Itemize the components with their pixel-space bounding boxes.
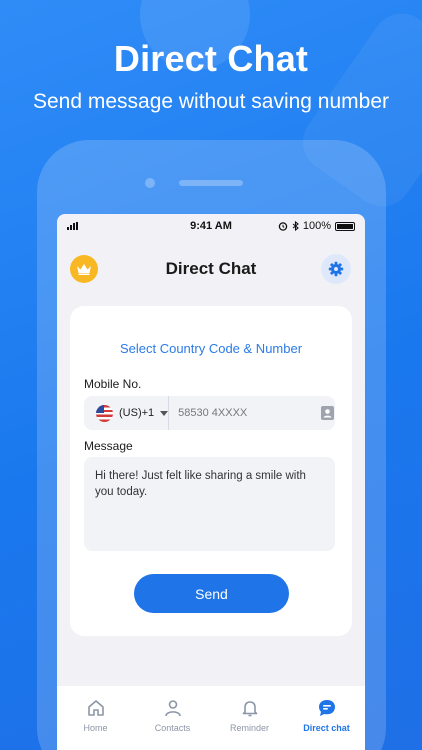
caret-down-icon xyxy=(160,410,169,416)
nav-label-reminder: Reminder xyxy=(229,723,269,733)
app-screen: 9:41 AM 100% Direct Chat Select Country … xyxy=(57,214,365,750)
bell-icon xyxy=(240,698,260,718)
phone-camera xyxy=(145,178,155,188)
chat-form-card: Select Country Code & Number Mobile No. … xyxy=(70,306,352,636)
chat-icon xyxy=(317,698,337,718)
phone-speaker xyxy=(179,180,243,186)
settings-button[interactable] xyxy=(321,254,351,284)
message-label: Message xyxy=(84,439,133,453)
hero-subtitle: Send message without saving number xyxy=(32,90,390,113)
send-button[interactable]: Send xyxy=(134,574,289,613)
contact-book-icon xyxy=(320,405,335,421)
form-heading: Select Country Code & Number xyxy=(119,341,303,356)
country-code-select[interactable]: (US)+1 xyxy=(84,396,170,430)
nav-label-direct-chat: Direct chat xyxy=(303,723,350,733)
page-title: Direct Chat xyxy=(165,259,257,278)
nav-label-home: Home xyxy=(83,723,108,733)
bottom-navigation: Home Contacts Reminder Direct chat xyxy=(57,686,365,750)
nav-label-contacts: Contacts xyxy=(154,723,191,733)
message-input[interactable]: Hi there! Just felt like sharing a smile… xyxy=(84,457,335,551)
status-bar: 9:41 AM 100% xyxy=(57,214,365,238)
home-icon xyxy=(86,698,106,718)
us-flag-icon xyxy=(96,404,113,422)
nav-item-direct-chat[interactable]: Direct chat xyxy=(292,698,362,733)
country-code-value: (US)+1 xyxy=(119,407,155,419)
nav-item-contacts[interactable]: Contacts xyxy=(138,698,208,733)
contact-picker-button[interactable] xyxy=(320,396,335,430)
hero-title: Direct Chat xyxy=(113,38,309,79)
battery-icon xyxy=(335,221,355,231)
nav-item-home[interactable]: Home xyxy=(61,698,131,733)
user-icon xyxy=(163,698,183,718)
gear-icon xyxy=(328,261,344,277)
app-header: Direct Chat xyxy=(57,252,365,286)
nav-item-reminder[interactable]: Reminder xyxy=(215,698,285,733)
phone-number-row: (US)+1 xyxy=(84,396,335,430)
mobile-label: Mobile No. xyxy=(84,377,142,391)
mobile-number-input[interactable] xyxy=(169,396,321,430)
status-time: 9:41 AM xyxy=(190,220,232,232)
